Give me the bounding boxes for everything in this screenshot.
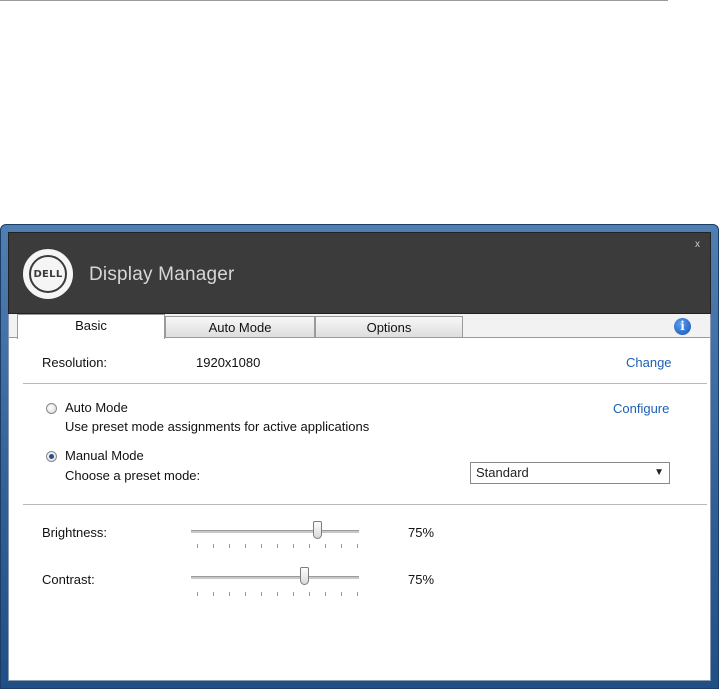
- tab-options[interactable]: Options: [315, 316, 463, 338]
- slider-tick: [213, 592, 214, 596]
- preset-mode-select[interactable]: Standard ▼: [470, 462, 670, 484]
- window-bottom-edge: [8, 680, 711, 681]
- contrast-thumb[interactable]: [299, 567, 309, 585]
- brightness-thumb[interactable]: [313, 521, 322, 539]
- auto-mode-radio[interactable]: [46, 403, 57, 414]
- slider-tick: [325, 544, 326, 548]
- divider-modes: [23, 504, 707, 505]
- slider-tick: [261, 544, 262, 548]
- dell-logo-text: DELL: [29, 255, 67, 293]
- slider-tick: [277, 544, 278, 548]
- slider-tick: [229, 544, 230, 548]
- info-icon[interactable]: i: [674, 318, 691, 335]
- slider-tick: [357, 592, 358, 596]
- brightness-track[interactable]: [191, 530, 359, 533]
- dell-logo: DELL: [23, 249, 73, 299]
- manual-mode-radio[interactable]: [46, 451, 57, 462]
- preset-mode-value: Standard: [476, 465, 529, 480]
- slider-tick: [309, 544, 310, 548]
- resolution-value: 1920x1080: [196, 355, 261, 370]
- auto-mode-description: Use preset mode assignments for active a…: [65, 419, 370, 434]
- slider-tick: [325, 592, 326, 596]
- slider-tick: [277, 592, 278, 596]
- brightness-label: Brightness:: [42, 525, 108, 540]
- close-icon[interactable]: x: [695, 239, 700, 250]
- tab-strip: Basic Auto Mode Options i: [9, 314, 710, 339]
- tab-auto-mode[interactable]: Auto Mode: [165, 316, 315, 338]
- contrast-track[interactable]: [191, 576, 359, 579]
- brightness-ticks: [197, 544, 358, 548]
- brightness-value: 75%: [408, 525, 435, 540]
- configure-link[interactable]: Configure: [613, 401, 669, 416]
- app-title: Display Manager: [89, 264, 235, 285]
- slider-tick: [229, 592, 230, 596]
- contrast-ticks: [197, 592, 358, 596]
- slider-tick: [245, 544, 246, 548]
- slider-tick: [197, 544, 198, 548]
- main-panel: Basic Auto Mode Options i Resolution: 19…: [8, 314, 711, 680]
- top-rule: [0, 0, 668, 1]
- slider-tick: [293, 544, 294, 548]
- manual-mode-label[interactable]: Manual Mode: [65, 448, 144, 463]
- preset-mode-prompt: Choose a preset mode:: [65, 468, 201, 483]
- auto-mode-label[interactable]: Auto Mode: [65, 400, 128, 415]
- contrast-label: Contrast:: [42, 572, 95, 587]
- slider-tick: [357, 544, 358, 548]
- slider-tick: [213, 544, 214, 548]
- slider-tick: [245, 592, 246, 596]
- change-resolution-link[interactable]: Change: [626, 355, 672, 370]
- slider-tick: [341, 592, 342, 596]
- chevron-down-icon: ▼: [654, 467, 664, 478]
- slider-tick: [293, 592, 294, 596]
- contrast-value: 75%: [408, 572, 435, 587]
- resolution-label: Resolution:: [42, 355, 108, 370]
- slider-tick: [341, 544, 342, 548]
- slider-tick: [309, 592, 310, 596]
- title-bar: DELL Display Manager x: [8, 232, 711, 314]
- divider-resolution: [23, 383, 707, 384]
- slider-tick: [197, 592, 198, 596]
- tab-basic[interactable]: Basic: [17, 314, 165, 339]
- slider-tick: [261, 592, 262, 596]
